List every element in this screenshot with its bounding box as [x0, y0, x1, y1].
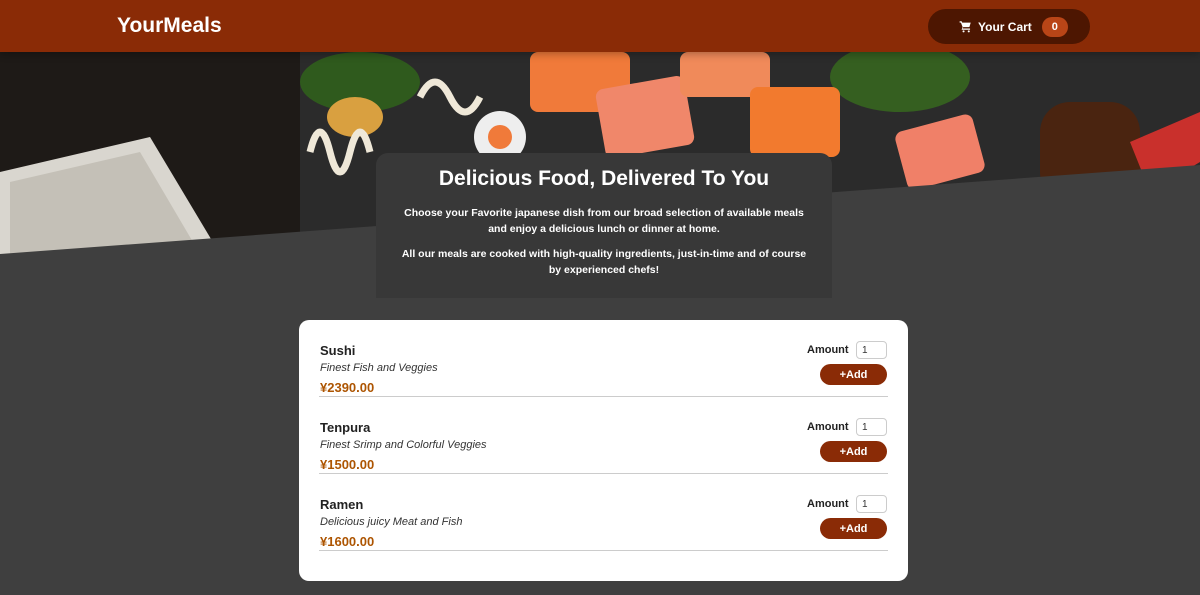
amount-label: Amount [807, 498, 849, 510]
amount-input[interactable] [856, 341, 887, 359]
app-header: YourMeals Your Cart 0 [0, 0, 1200, 52]
summary-paragraph-2: All our meals are cooked with high-quali… [401, 248, 807, 276]
meal-name: Ramen [320, 497, 364, 512]
meal-price: ¥1600.00 [320, 534, 375, 549]
meal-description: Delicious juicy Meat and Fish [320, 516, 463, 528]
cart-button[interactable]: Your Cart 0 [928, 9, 1090, 44]
meal-description: Finest Srimp and Colorful Veggies [320, 439, 487, 451]
app-logo: YourMeals [117, 14, 222, 37]
summary-paragraph-1: Choose your Favorite japanese dish from … [404, 207, 804, 235]
add-button[interactable]: +Add [820, 441, 887, 462]
add-button[interactable]: +Add [820, 518, 887, 539]
meal-name: Tenpura [320, 420, 371, 435]
meal-name: Sushi [320, 343, 356, 358]
meal-description: Finest Fish and Veggies [320, 362, 438, 374]
cart-icon [959, 21, 971, 33]
amount-input[interactable] [856, 495, 887, 513]
amount-label: Amount [807, 421, 849, 433]
available-meals-card: Sushi Finest Fish and Veggies ¥2390.00 A… [299, 320, 908, 581]
amount-input[interactable] [856, 418, 887, 436]
add-button[interactable]: +Add [820, 364, 887, 385]
summary-title: Delicious Food, Delivered To You [438, 167, 770, 190]
meal-item: Sushi Finest Fish and Veggies ¥2390.00 A… [319, 320, 888, 397]
meals-summary: Delicious Food, Delivered To You Choose … [376, 153, 832, 298]
cart-label: Your Cart [978, 19, 1032, 34]
amount-label: Amount [807, 344, 849, 356]
meal-price: ¥1500.00 [320, 457, 375, 472]
meal-price: ¥2390.00 [320, 380, 375, 395]
meal-item: Ramen Delicious juicy Meat and Fish ¥160… [319, 474, 888, 551]
cart-count-badge: 0 [1041, 16, 1068, 37]
meal-item: Tenpura Finest Srimp and Colorful Veggie… [319, 397, 888, 474]
